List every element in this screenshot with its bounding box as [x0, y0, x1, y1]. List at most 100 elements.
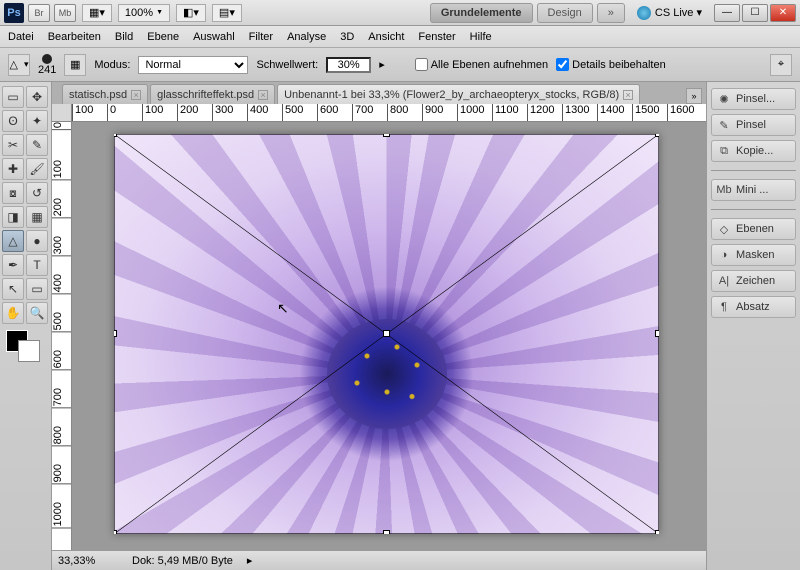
menu-hilfe[interactable]: Hilfe [470, 31, 492, 43]
bridge-btn[interactable]: Br [28, 4, 50, 22]
panel-pinsel[interactable]: ✎Pinsel [711, 114, 796, 136]
tool-wand[interactable]: ✦ [26, 110, 48, 132]
minibridge-btn[interactable]: Mb [54, 4, 76, 22]
tab-nav-more[interactable]: » [686, 88, 702, 104]
zoom-level[interactable]: 100%▼ [118, 4, 170, 22]
tool-shape[interactable]: ▭ [26, 278, 48, 300]
tool-dodge[interactable]: ● [26, 230, 48, 252]
flower-center [327, 319, 447, 429]
ruler-corner[interactable] [52, 104, 72, 122]
modus-select[interactable]: Normal [138, 56, 248, 74]
panel-label: Absatz [736, 301, 770, 313]
panel-ebenen[interactable]: ◇Ebenen [711, 218, 796, 240]
doc-tab-2[interactable]: Unbenannt-1 bei 33,3% (Flower2_by_archae… [277, 84, 640, 104]
tool-type[interactable]: T [26, 254, 48, 276]
doc-tab-1[interactable]: glasschrifteffekt.psd × [150, 84, 275, 104]
tool-eyedrop[interactable]: ✎ [26, 134, 48, 156]
window-maximize[interactable]: ☐ [742, 4, 768, 22]
view-b[interactable]: ▤▾ [212, 4, 242, 22]
panel-label: Kopie... [736, 145, 773, 157]
tool-path[interactable]: ↖ [2, 278, 24, 300]
brush-dot-icon [42, 54, 52, 64]
doc-tab-0[interactable]: statisch.psd× [62, 84, 148, 104]
workspace-grundelemente[interactable]: Grundelemente [430, 3, 533, 23]
background-color[interactable] [18, 340, 40, 362]
menu-fenster[interactable]: Fenster [418, 31, 455, 43]
status-flyout[interactable]: ▸ [247, 554, 253, 567]
menu-auswahl[interactable]: Auswahl [193, 31, 235, 43]
tool-move[interactable]: ✥ [26, 86, 48, 108]
window-close[interactable]: ✕ [770, 4, 796, 22]
menu-bearbeiten[interactable]: Bearbeiten [48, 31, 101, 43]
tool-lasso[interactable]: ʘ [2, 110, 24, 132]
tablet-pressure-icon[interactable]: ⌖ [770, 54, 792, 76]
panel-icon: ¶ [717, 300, 731, 314]
current-tool-icon[interactable]: △▾ [8, 54, 30, 76]
cslive-icon [637, 6, 651, 20]
app-logo[interactable]: Ps [4, 3, 24, 23]
tool-hand[interactable]: ✋ [2, 302, 24, 324]
tool-pen[interactable]: ✒ [2, 254, 24, 276]
cslive-dropdown[interactable]: CS Live ▾ [637, 6, 702, 20]
doc-tab-label: glasschrifteffekt.psd [157, 89, 254, 101]
chk-alle-ebenen-box[interactable] [415, 58, 428, 71]
menu-datei[interactable]: Datei [8, 31, 34, 43]
view-a[interactable]: ◧▾ [176, 4, 206, 22]
tool-eraser[interactable]: ◨ [2, 206, 24, 228]
tool-blur[interactable]: △ [2, 230, 24, 252]
menu-filter[interactable]: Filter [249, 31, 273, 43]
modus-label: Modus: [94, 59, 130, 71]
color-swatches[interactable] [2, 330, 46, 364]
menu-3d[interactable]: 3D [340, 31, 354, 43]
horizontal-ruler[interactable]: 1000100200300400500600700800900100011001… [72, 104, 706, 122]
tool-gradient[interactable]: ▦ [26, 206, 48, 228]
panel-label: Pinsel [736, 119, 766, 131]
tool-zoom[interactable]: 🔍 [26, 302, 48, 324]
window-minimize[interactable]: — [714, 4, 740, 22]
brush-size-value: 241 [38, 64, 56, 76]
panel-label: Masken [736, 249, 775, 261]
chk-details-label: Details beibehalten [572, 59, 666, 71]
film-strip[interactable]: ▦▾ [82, 4, 112, 22]
panel-icon: ◑ [717, 248, 731, 262]
workspace-more[interactable]: » [597, 3, 625, 23]
panel-icon: A| [717, 274, 731, 288]
panel-mini[interactable]: MbMini ... [711, 179, 796, 201]
tool-marquee[interactable]: ▭ [2, 86, 24, 108]
threshold-input[interactable] [326, 57, 371, 73]
status-zoom[interactable]: 33,33% [58, 555, 118, 567]
panel-kopie[interactable]: ⧉Kopie... [711, 140, 796, 162]
tool-crop[interactable]: ✂ [2, 134, 24, 156]
tab-close-icon[interactable]: × [131, 90, 141, 100]
panel-label: Zeichen [736, 275, 775, 287]
panel-label: Pinsel... [736, 93, 775, 105]
brush-panel-toggle[interactable]: ▦ [64, 54, 86, 76]
menu-analyse[interactable]: Analyse [287, 31, 326, 43]
panel-absatz[interactable]: ¶ Absatz [711, 296, 796, 318]
doc-tab-label: Unbenannt-1 bei 33,3% (Flower2_by_archae… [284, 89, 619, 101]
vertical-ruler[interactable]: 01002003004005006007008009001000 [52, 122, 72, 550]
tool-heal[interactable]: ✚ [2, 158, 24, 180]
threshold-flyout[interactable]: ▸ [379, 58, 385, 71]
tab-close-icon[interactable]: × [623, 90, 633, 100]
menu-bild[interactable]: Bild [115, 31, 133, 43]
chk-details[interactable]: Details beibehalten [556, 58, 666, 71]
tool-stamp[interactable]: ⧇ [2, 182, 24, 204]
document-canvas[interactable] [114, 134, 659, 534]
panel-zeichen[interactable]: A| Zeichen [711, 270, 796, 292]
menu-ansicht[interactable]: Ansicht [368, 31, 404, 43]
panel-divider [711, 209, 796, 210]
tab-close-icon[interactable]: × [258, 90, 268, 100]
chk-details-box[interactable] [556, 58, 569, 71]
canvas-viewport[interactable]: ↖ [72, 122, 706, 550]
panel-pinsel[interactable]: ✺Pinsel... [711, 88, 796, 110]
threshold-label: Schwellwert: [256, 59, 318, 71]
chk-alle-ebenen[interactable]: Alle Ebenen aufnehmen [415, 58, 548, 71]
panel-label: Mini ... [736, 184, 768, 196]
tool-history[interactable]: ↺ [26, 182, 48, 204]
tool-brush[interactable]: 🖌 [26, 158, 48, 180]
menu-ebene[interactable]: Ebene [147, 31, 179, 43]
workspace-design[interactable]: Design [537, 3, 593, 23]
brush-preset[interactable]: 241 [38, 54, 56, 76]
panel-masken[interactable]: ◑ Masken [711, 244, 796, 266]
